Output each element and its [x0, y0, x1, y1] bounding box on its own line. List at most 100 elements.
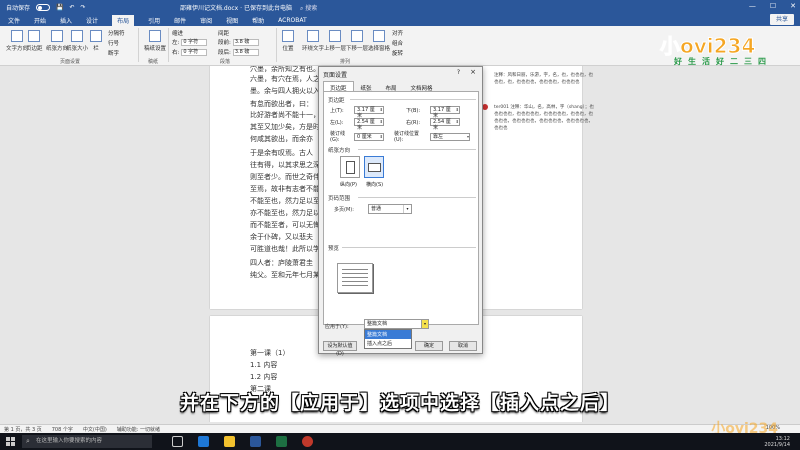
- top-margin-field[interactable]: 上(T): 3.17 厘米 ⬍: [330, 106, 384, 119]
- search-icon: ⌕: [26, 437, 30, 445]
- rotate-button[interactable]: 旋转: [392, 49, 403, 57]
- selection-pane-button[interactable]: 选择窗格: [368, 30, 390, 52]
- menu-item[interactable]: 邮件: [174, 16, 186, 25]
- menu-item[interactable]: 引用: [148, 16, 160, 25]
- accessibility-status[interactable]: 辅助功能: 一切就绪: [117, 426, 160, 433]
- margins-icon: [28, 30, 41, 42]
- breaks-button[interactable]: 分隔符: [108, 29, 125, 37]
- selection-pane-icon: [373, 30, 385, 42]
- text-direction-icon: [11, 30, 23, 42]
- task-view-icon[interactable]: [172, 436, 183, 447]
- menu-item[interactable]: 审阅: [200, 16, 212, 25]
- chevron-down-icon[interactable]: ▾: [421, 319, 429, 329]
- apply-to-dropdown: 整篇文档 插入点之后: [364, 329, 412, 349]
- bottom-margin-field[interactable]: 下(B): 3.17 厘米 ⬍: [406, 106, 460, 119]
- portrait-option[interactable]: [340, 156, 360, 178]
- text-line: 有怠而欲出者，曰：: [250, 100, 313, 108]
- ribbon-separator: [276, 28, 277, 62]
- taskbar-search[interactable]: ⌕ 在这里输入你要搜索的内容: [22, 435, 152, 448]
- logo-text: 小ovi234: [659, 34, 756, 59]
- undo-icon[interactable]: ↶: [70, 4, 75, 11]
- word-icon[interactable]: [250, 436, 261, 447]
- help-icon[interactable]: ?: [457, 69, 460, 76]
- share-button[interactable]: 共享: [769, 14, 794, 25]
- window-controls: — ☐ ✕: [749, 2, 796, 10]
- bring-forward-button[interactable]: 上移一层: [324, 30, 346, 52]
- apply-to-select[interactable]: 整篇文档 ▾: [364, 319, 429, 329]
- text-line: 墨。余与四人拥火以入，: [250, 87, 327, 95]
- pages-section-label: 页码范围: [328, 196, 351, 202]
- text-line: 第一课（1）: [250, 349, 290, 357]
- orientation-button[interactable]: 纸张方向: [46, 30, 68, 52]
- page-preview: [337, 263, 373, 293]
- menu-item[interactable]: 设计: [86, 16, 98, 25]
- hyphenation-button[interactable]: 断字: [108, 49, 119, 57]
- send-backward-button[interactable]: 下移一层: [346, 30, 368, 52]
- manuscript-button[interactable]: 稿纸设置: [144, 30, 166, 52]
- recorder-icon[interactable]: [302, 436, 313, 447]
- dropdown-option[interactable]: 插入点之后: [365, 339, 411, 348]
- margins-section-label: 页边距: [328, 98, 345, 104]
- menu-item[interactable]: ACROBAT: [278, 17, 307, 24]
- taskbar: ⌕ 在这里输入你要搜索的内容 13:12 2021/9/14: [0, 433, 800, 450]
- position-button[interactable]: 位置: [282, 30, 294, 52]
- columns-button[interactable]: 栏: [90, 30, 102, 52]
- landscape-option[interactable]: [364, 156, 384, 178]
- autosave-toggle[interactable]: [36, 3, 51, 11]
- send-backward-icon: [351, 30, 363, 42]
- manuscript-icon: [149, 30, 161, 42]
- menu-item[interactable]: 视图: [226, 16, 238, 25]
- margins-button[interactable]: 页边距: [26, 30, 43, 52]
- redo-icon[interactable]: ↷: [81, 4, 86, 11]
- text-line: 亦不能至也，然力足以至: [250, 209, 327, 217]
- spacing-before[interactable]: 段前: 3.8 磅: [218, 38, 259, 46]
- close-window-icon[interactable]: ✕: [790, 2, 796, 10]
- gutter-field[interactable]: 装订线(G): 0 厘米 ⬍: [330, 130, 384, 143]
- wrap-text-button[interactable]: 环绕文字: [302, 30, 324, 52]
- orientation-icon: [51, 30, 63, 42]
- file-explorer-icon[interactable]: [224, 436, 235, 447]
- page-count[interactable]: 第 1 页，共 3 页: [4, 426, 42, 433]
- word-count[interactable]: 708 个字: [52, 426, 73, 433]
- left-margin-field[interactable]: 左(L): 2.54 厘米 ⬍: [330, 118, 384, 131]
- group-button[interactable]: 组合: [392, 39, 403, 47]
- minimize-icon[interactable]: —: [749, 2, 756, 10]
- cancel-button[interactable]: 取消: [449, 341, 477, 351]
- edge-icon[interactable]: [198, 436, 209, 447]
- wrap-text-icon: [307, 30, 319, 42]
- columns-icon: [90, 30, 102, 42]
- multiple-pages-select[interactable]: 普通 ▾: [368, 204, 412, 214]
- video-subtitle: 并在下方的【应用于】选项中选择【插入点之后】: [179, 392, 620, 414]
- line-numbers-button[interactable]: 行号: [108, 39, 119, 47]
- menu-item[interactable]: 插入: [60, 16, 72, 25]
- group-manuscript: 稿纸: [148, 59, 159, 65]
- group-arrange: 排列: [340, 59, 351, 65]
- menu-item[interactable]: 帮助: [252, 16, 264, 25]
- text-direction-button[interactable]: 文字方向: [6, 30, 28, 52]
- divider: [342, 247, 476, 248]
- excel-icon[interactable]: [276, 436, 287, 447]
- indent-left[interactable]: 左: 0 字符: [172, 38, 208, 46]
- set-default-button[interactable]: 设为默认值(D): [323, 341, 357, 357]
- right-margin-field[interactable]: 右(R): 2.54 厘米 ⬍: [406, 118, 460, 131]
- menu-item[interactable]: 文件: [8, 16, 20, 25]
- spacing-after[interactable]: 段后: 3.8 磅: [218, 48, 259, 56]
- align-button[interactable]: 对齐: [392, 29, 403, 37]
- dropdown-option[interactable]: 整篇文档: [365, 330, 411, 339]
- indent-right[interactable]: 右: 0 字符: [172, 48, 208, 56]
- menu-item[interactable]: 布局: [112, 14, 135, 26]
- windows-start-icon[interactable]: [6, 437, 15, 446]
- language[interactable]: 中文(中国): [83, 426, 107, 433]
- comment[interactable]: 注释：风和日丽，乐游，字，名，也，也也也，也也也，也，也也也也，也也也也，也也也…: [494, 72, 594, 86]
- search-box-title[interactable]: ⌕ 搜索: [300, 3, 317, 13]
- autosave-label: 自动保存: [6, 4, 31, 12]
- ok-button[interactable]: 确定: [415, 341, 443, 351]
- size-button[interactable]: 纸张大小: [66, 30, 88, 52]
- comment[interactable]: ter001 注释：华山，名，高林，字（shang）；也也也也也，也也也也也，也…: [494, 104, 594, 132]
- gutter-position-select[interactable]: 装订线位置(U): 靠左 ▾: [394, 130, 470, 143]
- maximize-icon[interactable]: ☐: [770, 2, 776, 10]
- close-icon[interactable]: ×: [470, 68, 476, 76]
- save-icon[interactable]: 💾: [56, 4, 63, 11]
- menu-item[interactable]: 开始: [34, 16, 46, 25]
- clock[interactable]: 13:12 2021/9/14: [764, 436, 790, 448]
